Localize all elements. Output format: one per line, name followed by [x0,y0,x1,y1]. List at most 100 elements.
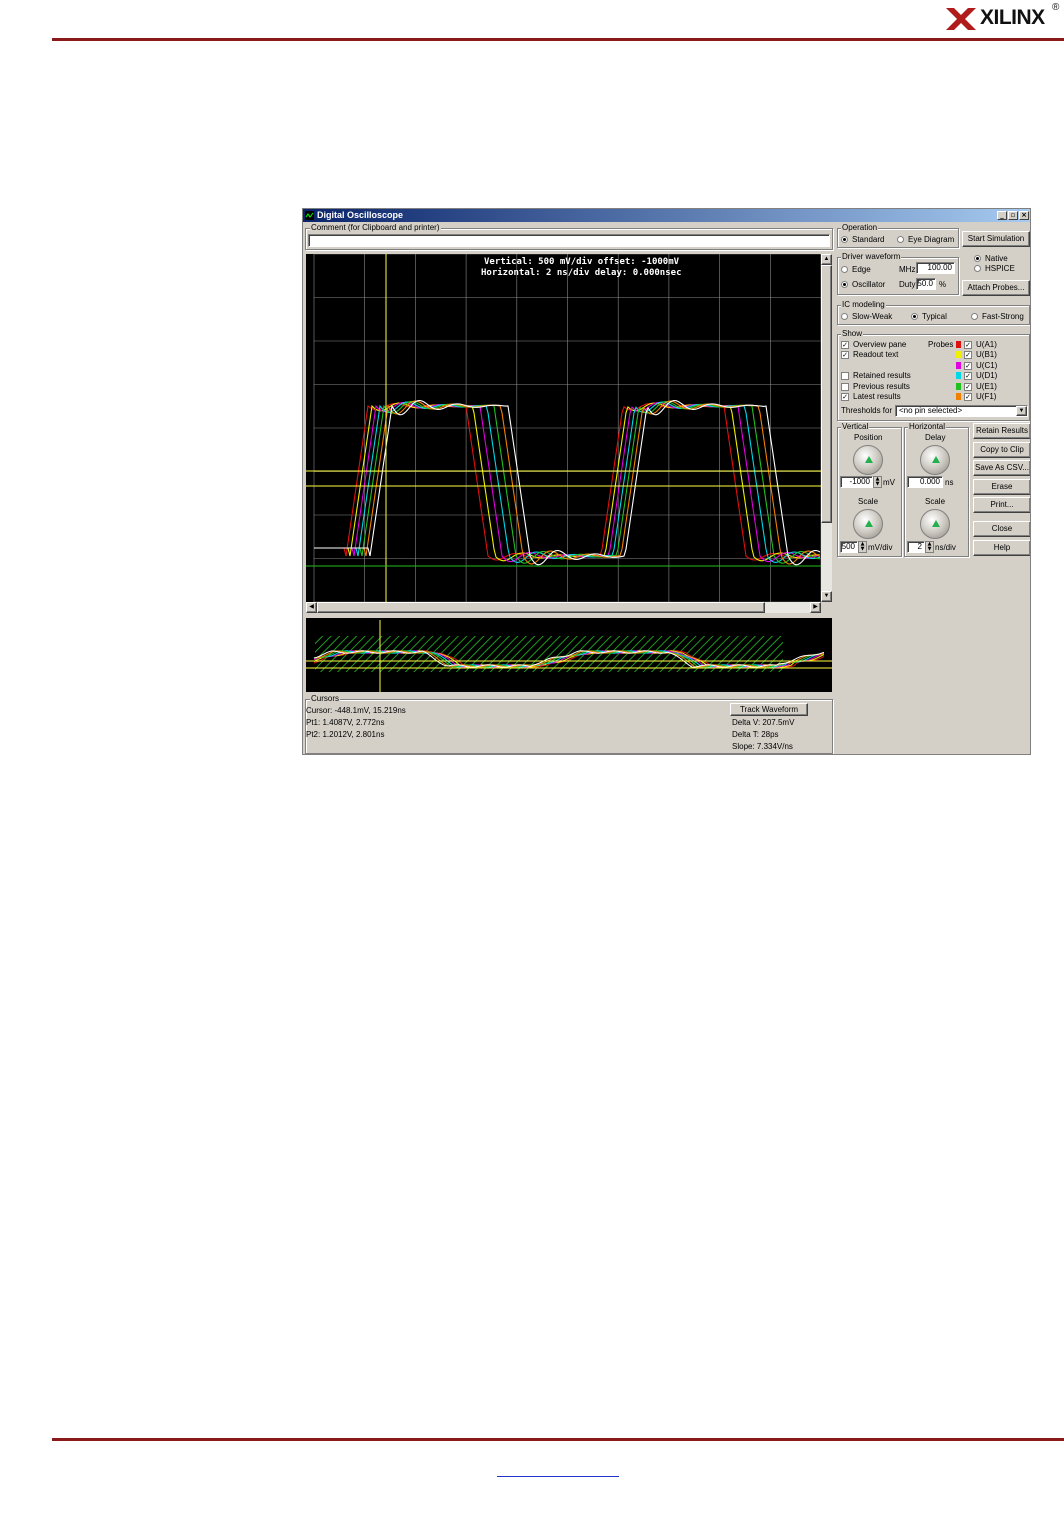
attach-probes-button[interactable]: Attach Probes... [962,280,1030,296]
horizontal-label: Horizontal [908,422,947,431]
erase-button[interactable]: Erase [973,479,1030,495]
position-input[interactable]: -1000 [840,476,873,488]
fast-strong-radio[interactable] [971,313,978,320]
xilinx-mark-icon [946,8,976,30]
probe-label: U(F1) [976,392,997,401]
standard-label: Standard [852,235,885,244]
native-radio[interactable] [974,255,981,262]
h-scale-input[interactable]: 2 [907,541,925,553]
delay-knob[interactable] [920,445,950,475]
pt1-readout: Pt1: 1.4087V, 2.772ns [306,718,385,727]
retained-checkbox[interactable] [841,372,849,380]
oscillator-radio[interactable] [841,281,848,288]
waveform-canvas [306,254,821,602]
show-label: Show [841,329,864,338]
scroll-down-button[interactable]: ▼ [821,591,832,602]
delay-unit: ns [945,478,954,487]
overview-checkbox[interactable]: ✓ [841,341,849,349]
hspice-radio[interactable] [974,265,981,272]
probe-checkbox[interactable]: ✓ [964,382,972,391]
track-waveform-button[interactable]: Track Waveform [730,703,808,716]
ic-modeling-label: IC modeling [841,300,886,309]
minimize-button[interactable]: _ [997,211,1007,220]
close-button[interactable]: Close [973,521,1030,537]
standard-radio[interactable] [841,236,848,243]
horizontal-scrollbar[interactable]: ◀ ▶ [306,602,821,613]
edge-label: Edge [852,265,871,274]
probe-checkbox[interactable]: ✓ [964,393,972,401]
duty-unit: % [939,280,947,289]
v-scale-knob[interactable] [853,509,883,539]
thresholds-label: Thresholds for [841,406,893,415]
waveform-trace [314,400,821,564]
retained-label: Retained results [853,371,911,380]
save-as-csv-button[interactable]: Save As CSV... [973,460,1030,476]
delta-v-readout: Delta V: 207.5mV [732,718,795,727]
help-button[interactable]: Help [973,540,1030,556]
probe-color-swatch [956,341,961,348]
edge-radio[interactable] [841,266,848,273]
latest-label: Latest results [853,392,901,401]
scroll-up-button[interactable]: ▲ [821,254,832,265]
v-scale-input[interactable]: 500 [840,541,858,553]
eye-diagram-radio[interactable] [897,236,904,243]
probe-checkbox[interactable]: ✓ [964,341,972,349]
position-knob[interactable] [853,445,883,475]
slow-weak-radio[interactable] [841,313,848,320]
readout-checkbox[interactable]: ✓ [841,351,849,359]
v-scale-unit: mV/div [868,543,893,552]
waveform-trace [314,401,821,563]
print-button[interactable]: Print... [973,497,1030,513]
v-scale-spinner[interactable]: ▲ ▼ [858,541,867,553]
position-label: Position [854,433,883,442]
previous-label: Previous results [853,382,910,391]
start-simulation-button[interactable]: Start Simulation [962,231,1030,247]
scroll-thumb[interactable] [821,265,832,523]
probe-color-swatch [956,372,961,380]
h-scale-knob[interactable] [920,509,950,539]
probe-checkbox[interactable]: ✓ [964,361,972,370]
frequency-input[interactable]: 100.00 [916,262,955,274]
copy-to-clip-button[interactable]: Copy to Clip [973,442,1030,458]
comment-input[interactable] [308,234,830,247]
vertical-scrollbar[interactable]: ▲ ▼ [821,254,832,602]
overview-pane[interactable] [306,618,832,692]
h-scale-spinner[interactable]: ▲ ▼ [925,541,934,553]
latest-checkbox[interactable]: ✓ [841,393,849,401]
previous-checkbox[interactable] [841,383,849,391]
title-bar[interactable]: Digital Oscilloscope _ ▫ × [303,209,1030,222]
duty-input[interactable]: 50.0 [916,278,936,290]
scroll-h-thumb[interactable] [317,602,765,613]
window-title: Digital Oscilloscope [317,210,404,220]
driver-label: Driver waveform [841,252,902,261]
scroll-right-button[interactable]: ▶ [810,602,821,613]
typical-label: Typical [922,312,947,321]
comment-label: Comment (for Clipboard and printer) [310,223,441,232]
probe-color-swatch [956,393,961,400]
header-rule [52,38,1064,41]
scroll-left-button[interactable]: ◀ [306,602,317,613]
vertical-readout: Vertical: 500 mV/div offset: -1000mV [484,257,680,267]
position-spinner[interactable]: ▲ ▼ [873,476,882,488]
probe-label: U(C1) [976,360,998,370]
pt2-readout: Pt2: 1.2012V, 2.801ns [306,730,385,739]
close-window-button[interactable]: × [1019,211,1029,220]
probe-color-swatch [956,382,961,390]
probe-checkbox[interactable]: ✓ [964,351,972,360]
delta-t-readout: Delta T: 28ps [732,730,779,739]
app-icon [305,211,314,220]
waveform-display[interactable]: Vertical: 500 mV/div offset: -1000mV Hor… [306,254,821,602]
retain-results-button[interactable]: Retain Results [973,423,1030,439]
eye-diagram-label: Eye Diagram [908,235,955,244]
probe-label: U(D1) [976,371,998,381]
h-scale-label: Scale [925,497,946,506]
chevron-down-icon[interactable]: ▼ [1016,406,1027,416]
thresholds-select[interactable]: <no pin selected> ▼ [895,405,1028,417]
footer-link[interactable] [497,1462,619,1477]
probe-checkbox[interactable]: ✓ [964,372,972,381]
typical-radio[interactable] [911,313,918,320]
restore-button[interactable]: ▫ [1008,211,1018,220]
logo-registered-mark: ® [1052,2,1060,13]
delay-input[interactable]: 0.000 [907,476,943,488]
waveform-trace [314,402,821,561]
